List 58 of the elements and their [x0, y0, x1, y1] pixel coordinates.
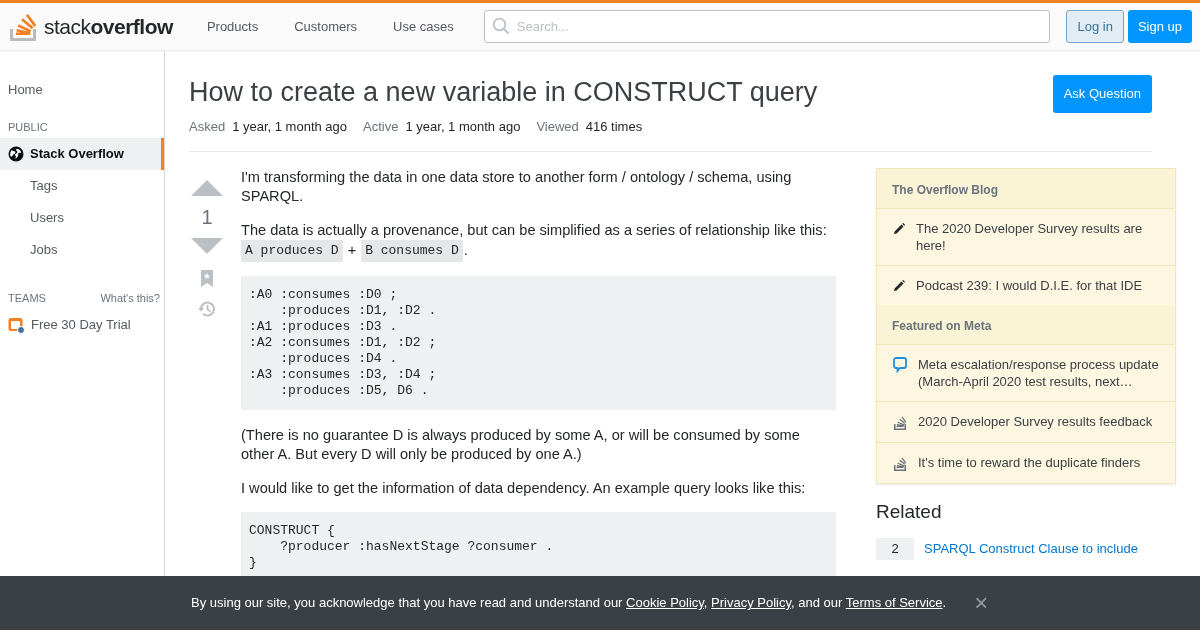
widget-link[interactable]: 2020 Developer Survey results feedback [918, 412, 1153, 431]
pencil-icon [893, 222, 905, 235]
inline-code: B consumes D [361, 240, 463, 262]
related-link[interactable]: SPARQL Construct Clause to include [924, 539, 1138, 559]
sidebar-section-title: PUBLIC [8, 119, 48, 135]
globe-icon [8, 146, 24, 162]
sidebar-section-title: TEAMS [8, 290, 46, 306]
code-block: :A0 :consumes :D0 ; :produces :D1, :D2 . :A1 :produces :D3 . :A2 :consumes :D1, :D2 ; :produces :D4 . :A3 :consumes :D3, :D4 ; :produces :D5, D6 . [241, 275, 836, 410]
meta-label: Active [363, 118, 399, 136]
login-button[interactable]: Log in [1066, 10, 1124, 43]
upvote-icon[interactable] [189, 177, 225, 196]
sidebar-item[interactable]: Users [0, 202, 164, 234]
sidebar-item[interactable]: Free 30 Day Trial [0, 309, 164, 341]
meta-label: Viewed [536, 118, 579, 136]
close-button[interactable]: × [974, 591, 989, 615]
meta-label: Asked [189, 118, 226, 136]
history-icon[interactable] [197, 298, 217, 319]
widget-header: Featured on Meta [877, 304, 1175, 345]
logo-wordmark: stackoverflow [44, 13, 173, 40]
policy-link[interactable]: Terms of Service [845, 595, 943, 611]
related-heading: Related [876, 499, 943, 524]
post-paragraph: I would like to get the information of data dependency. An example query looks like this: [241, 478, 807, 498]
post-paragraph: The data is actually a provenance, but can be simplified as a series of relationship like this: [241, 220, 828, 240]
nav-link[interactable]: Use cases [375, 16, 472, 37]
downvote-icon[interactable] [189, 237, 225, 256]
nav-link[interactable]: Products [188, 16, 277, 37]
sidebar-item[interactable]: Home [0, 80, 164, 99]
question-title: How to create a new variable in CONSTRUCT query [189, 76, 818, 109]
briefcase-icon [8, 316, 25, 334]
widget-link[interactable]: The 2020 Developer Survey results are here! [916, 219, 1159, 254]
widget-link[interactable]: Podcast 239: I would D.I.E. for that IDE [916, 276, 1143, 294]
sidebar-item[interactable]: Tags [0, 170, 164, 202]
widget-link[interactable]: It's time to reward the duplicate finders [918, 453, 1141, 472]
stack-icon [893, 455, 907, 472]
cookie-notice: By using our site, you acknowledge that you have read and understand our Cookie Policy, Privacy Policy, and our Terms of Service. [191, 594, 947, 613]
search-field[interactable]: Search... [483, 10, 1051, 43]
post-text: + [346, 241, 358, 260]
stack-icon [893, 414, 907, 431]
nav-link[interactable]: Customers [276, 16, 376, 37]
post-paragraph: I'm transforming the data in one data store to another form / ontology / schema, using SPARQL. [241, 167, 793, 206]
chat-icon [893, 356, 907, 373]
vote-count: 1 [201, 204, 213, 229]
meta-value: 416 times [585, 118, 643, 136]
widget-header: The Overflow Blog [877, 168, 1175, 209]
whats-this-link[interactable]: What's this? [100, 289, 160, 307]
score-badge: 2 [876, 538, 914, 560]
post-text: . [462, 241, 469, 260]
pencil-icon [893, 279, 905, 292]
sidebar-item[interactable]: Jobs [0, 234, 164, 266]
policy-link[interactable]: Cookie Policy [626, 595, 704, 611]
sidebar-item[interactable]: Stack Overflow [0, 138, 164, 170]
inline-code: A produces D [241, 240, 343, 262]
bookmark-icon[interactable] [200, 269, 214, 288]
post-paragraph: (There is no guarantee D is always produced by some A, or will be consumed by some other A. But every D will only be produced by one A.) [241, 425, 801, 464]
meta-value: 1 year, 1 month ago [405, 118, 521, 136]
meta-value: 1 year, 1 month ago [232, 118, 348, 136]
widget-link[interactable]: Meta escalation/response process update (March-April 2020 test results, next… [918, 355, 1159, 390]
site-logo[interactable]: stackoverflow [8, 10, 173, 43]
